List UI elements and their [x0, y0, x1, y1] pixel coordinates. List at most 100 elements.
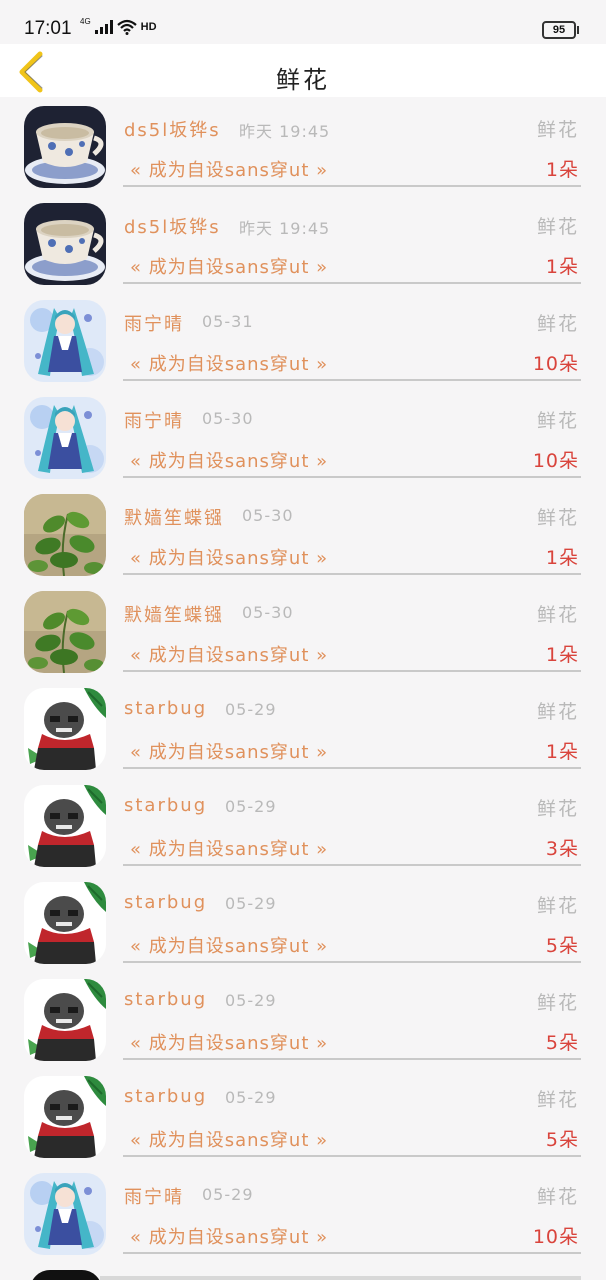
flower-amount: 1朵: [545, 547, 579, 569]
list-item[interactable]: starbug 05-29 鲜花 « 成为自设sans穿ut » 1朵: [0, 682, 606, 779]
flower-amount: 1朵: [545, 644, 579, 666]
username[interactable]: 雨宁晴: [124, 310, 184, 336]
username[interactable]: starbug: [124, 892, 207, 913]
flower-amount: 10朵: [532, 1226, 579, 1248]
username[interactable]: 默嫱笙蝶镪: [124, 601, 224, 627]
gift-type-label: 鲜花: [536, 701, 579, 723]
avatar[interactable]: [24, 397, 106, 479]
timestamp: 05-29: [225, 700, 277, 719]
gift-type-label: 鲜花: [536, 216, 579, 238]
list-item[interactable]: starbug 05-29 鲜花 « 成为自设sans穿ut » 5朵: [0, 973, 606, 1070]
book-title-link[interactable]: « 成为自设sans穿ut »: [130, 1029, 328, 1055]
book-title-link[interactable]: « 成为自设sans穿ut »: [130, 1223, 328, 1249]
avatar: [30, 1270, 102, 1280]
status-bar: 17:01 4G HD 95: [0, 0, 606, 44]
timestamp: 05-29: [225, 797, 277, 816]
avatar[interactable]: [24, 106, 106, 188]
book-title-link[interactable]: « 成为自设sans穿ut »: [130, 350, 328, 376]
divider: [123, 767, 581, 769]
signal-icon: [94, 20, 113, 34]
timestamp: 昨天 19:45: [239, 219, 331, 238]
list-item[interactable]: starbug 05-29 鲜花 « 成为自设sans穿ut » 5朵: [0, 1070, 606, 1167]
divider: [123, 476, 581, 478]
timestamp: 05-31: [202, 312, 254, 331]
timestamp: 05-30: [242, 603, 294, 622]
username[interactable]: ds5l坂铧s: [124, 213, 221, 239]
battery-icon: 95: [542, 21, 579, 39]
avatar[interactable]: [24, 203, 106, 285]
avatar[interactable]: [24, 1076, 106, 1158]
gift-type-label: 鲜花: [536, 992, 579, 1014]
flower-record-list: ds5l坂铧s 昨天 19:45 鲜花 « 成为自设sans穿ut » 1朵 d…: [0, 100, 606, 1264]
avatar[interactable]: [24, 882, 106, 964]
flower-amount: 5朵: [545, 935, 579, 957]
flower-amount: 10朵: [532, 353, 579, 375]
flower-records-screen: 17:01 4G HD 95 鲜花 ds5l坂铧s 昨天 19:45 鲜花 « …: [0, 0, 606, 1280]
book-title-link[interactable]: « 成为自设sans穿ut »: [130, 835, 328, 861]
list-item[interactable]: 雨宁晴 05-29 鲜花 « 成为自设sans穿ut » 10朵: [0, 1167, 606, 1264]
flower-amount: 1朵: [545, 741, 579, 763]
timestamp: 05-29: [225, 1088, 277, 1107]
flower-amount: 10朵: [532, 450, 579, 472]
book-title-link[interactable]: « 成为自设sans穿ut »: [130, 156, 328, 182]
book-title-link[interactable]: « 成为自设sans穿ut »: [130, 253, 328, 279]
divider: [123, 1058, 581, 1060]
hd-badge: HD: [140, 21, 157, 33]
timestamp: 05-30: [242, 506, 294, 525]
flower-amount: 1朵: [545, 256, 579, 278]
gift-type-label: 鲜花: [536, 313, 579, 335]
username[interactable]: starbug: [124, 1086, 207, 1107]
timestamp: 05-29: [225, 991, 277, 1010]
list-item[interactable]: 默嫱笙蝶镪 05-30 鲜花 « 成为自设sans穿ut » 1朵: [0, 585, 606, 682]
flower-amount: 5朵: [545, 1129, 579, 1151]
list-item[interactable]: 雨宁晴 05-31 鲜花 « 成为自设sans穿ut » 10朵: [0, 294, 606, 391]
book-title-link[interactable]: « 成为自设sans穿ut »: [130, 1126, 328, 1152]
gift-type-label: 鲜花: [536, 1186, 579, 1208]
avatar[interactable]: [24, 1173, 106, 1255]
username[interactable]: starbug: [124, 795, 207, 816]
avatar[interactable]: [24, 300, 106, 382]
username[interactable]: ds5l坂铧s: [124, 116, 221, 142]
timestamp: 昨天 19:45: [239, 122, 331, 141]
gift-type-label: 鲜花: [536, 1089, 579, 1111]
avatar[interactable]: [24, 785, 106, 867]
divider: [100, 1276, 581, 1280]
username[interactable]: 雨宁晴: [124, 407, 184, 433]
list-item[interactable]: ds5l坂铧s 昨天 19:45 鲜花 « 成为自设sans穿ut » 1朵: [0, 100, 606, 197]
avatar[interactable]: [24, 494, 106, 576]
book-title-link[interactable]: « 成为自设sans穿ut »: [130, 932, 328, 958]
username[interactable]: starbug: [124, 989, 207, 1010]
list-item-partial: [0, 1270, 606, 1280]
book-title-link[interactable]: « 成为自设sans穿ut »: [130, 738, 328, 764]
avatar[interactable]: [24, 979, 106, 1061]
flower-amount: 1朵: [545, 159, 579, 181]
list-item[interactable]: 默嫱笙蝶镪 05-30 鲜花 « 成为自设sans穿ut » 1朵: [0, 488, 606, 585]
status-time: 17:01: [24, 18, 72, 39]
gift-type-label: 鲜花: [536, 604, 579, 626]
flower-amount: 5朵: [545, 1032, 579, 1054]
wifi-icon: [116, 19, 137, 35]
list-item[interactable]: ds5l坂铧s 昨天 19:45 鲜花 « 成为自设sans穿ut » 1朵: [0, 197, 606, 294]
flower-amount: 3朵: [545, 838, 579, 860]
divider: [123, 1252, 581, 1254]
avatar[interactable]: [24, 591, 106, 673]
book-title-link[interactable]: « 成为自设sans穿ut »: [130, 544, 328, 570]
username[interactable]: 默嫱笙蝶镪: [124, 504, 224, 530]
username[interactable]: starbug: [124, 698, 207, 719]
title-bar: 鲜花: [0, 44, 606, 97]
book-title-link[interactable]: « 成为自设sans穿ut »: [130, 447, 328, 473]
gift-type-label: 鲜花: [536, 410, 579, 432]
divider: [123, 185, 581, 187]
status-icons: 4G HD: [80, 17, 157, 35]
divider: [123, 961, 581, 963]
list-item[interactable]: starbug 05-29 鲜花 « 成为自设sans穿ut » 3朵: [0, 779, 606, 876]
list-item[interactable]: 雨宁晴 05-30 鲜花 « 成为自设sans穿ut » 10朵: [0, 391, 606, 488]
avatar[interactable]: [24, 688, 106, 770]
username[interactable]: 雨宁晴: [124, 1183, 184, 1209]
gift-type-label: 鲜花: [536, 507, 579, 529]
divider: [123, 379, 581, 381]
list-item[interactable]: starbug 05-29 鲜花 « 成为自设sans穿ut » 5朵: [0, 876, 606, 973]
timestamp: 05-29: [225, 894, 277, 913]
divider: [123, 282, 581, 284]
book-title-link[interactable]: « 成为自设sans穿ut »: [130, 641, 328, 667]
